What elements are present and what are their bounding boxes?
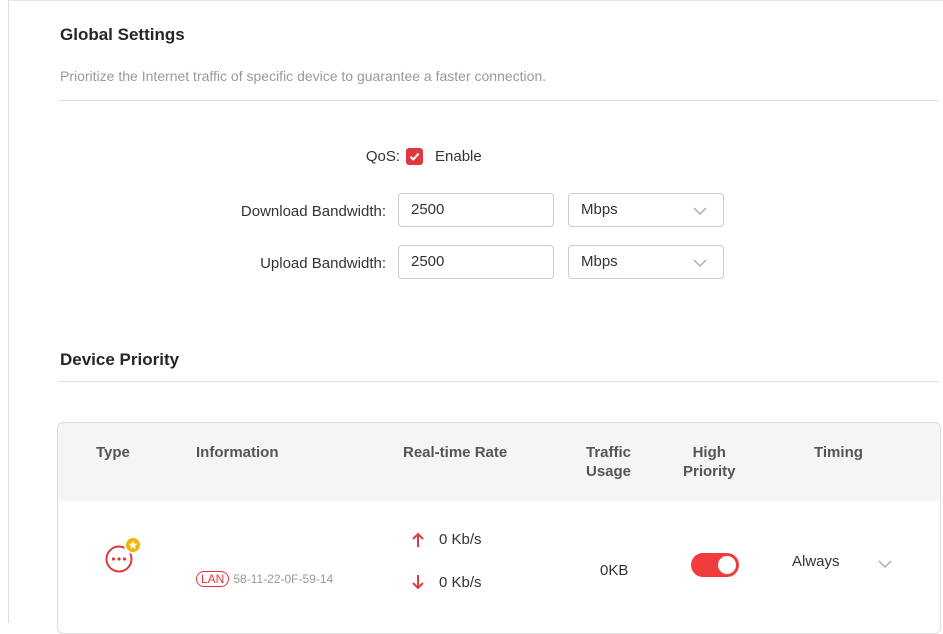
download-arrow-icon [412,575,424,590]
upload-unit-value: Mbps [581,253,618,270]
column-header-timing: Timing [814,444,863,461]
timing-value[interactable]: Always [792,553,840,570]
table-header: Type Information Real-time Rate Traffic … [58,423,940,501]
lan-badge: LAN [196,571,230,587]
column-header-traffic-line1: Traffic [586,444,632,461]
upload-arrow-icon [412,532,424,547]
qos-enable-checkbox[interactable] [406,148,423,165]
download-bandwidth-label: Download Bandwidth: [240,203,386,220]
column-header-traffic-line2: Usage [586,463,632,480]
device-priority-divider [58,381,939,382]
global-settings-divider [58,100,939,101]
column-header-type: Type [96,444,130,461]
upload-unit-select[interactable]: Mbps [568,245,724,279]
column-header-priority-line2: Priority [683,463,736,480]
download-rate: 0 Kb/s [439,574,482,591]
qos-enable-label[interactable]: Enable [435,148,482,165]
global-settings-title: Global Settings [60,25,185,44]
device-priority-title: Device Priority [60,350,180,369]
device-info: LAN 58-11-22-0F-59-14 [196,570,333,587]
download-unit-select[interactable]: Mbps [568,193,724,227]
column-header-high-priority: High Priority [683,443,736,481]
download-bandwidth-input[interactable]: 2500 [398,193,554,227]
chevron-down-icon [693,207,707,215]
qos-label: QoS: [365,148,400,165]
column-header-realtime-rate: Real-time Rate [403,444,508,461]
global-settings-description: Prioritize the Internet traffic of speci… [60,68,547,84]
device-priority-table: Type Information Real-time Rate Traffic … [57,422,941,634]
column-header-information: Information [196,444,279,461]
column-header-traffic-usage: Traffic Usage [586,443,631,481]
upload-bandwidth-label: Upload Bandwidth: [260,255,386,272]
other-device-icon [105,536,142,573]
upload-bandwidth-input[interactable]: 2500 [398,245,554,279]
device-mac: 58-11-22-0F-59-14 [233,572,334,586]
chevron-down-icon [693,259,707,267]
traffic-usage: 0KB [600,562,629,579]
toggle-knob [718,556,736,574]
column-header-priority-line1: High [692,444,726,461]
upload-rate: 0 Kb/s [439,531,482,548]
download-unit-value: Mbps [581,201,618,218]
checkmark-icon [409,152,420,161]
chevron-down-icon[interactable] [878,560,892,568]
high-priority-toggle[interactable] [691,553,739,577]
